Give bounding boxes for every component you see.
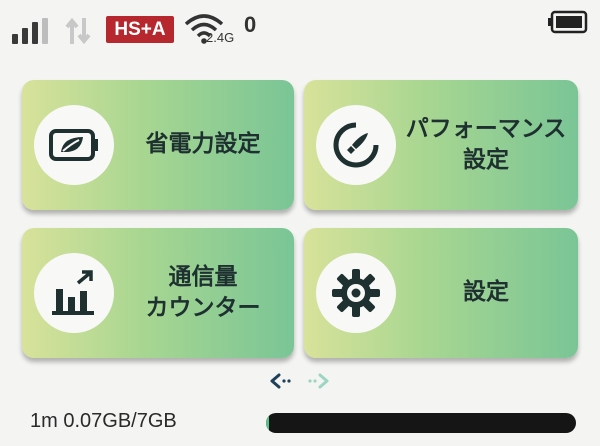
tile-label: 通信量 カウンター xyxy=(145,263,261,321)
tile-label: 設定 xyxy=(463,279,509,306)
wifi-band-label: 2.4G xyxy=(206,30,235,45)
data-transfer-icon xyxy=(65,17,91,45)
network-type-badge: HS+A xyxy=(106,16,174,43)
battery-icon xyxy=(548,10,588,34)
data-usage-counter-button[interactable]: 通信量 カウンター xyxy=(22,228,294,358)
tile-label: パフォーマンス 設定 xyxy=(405,115,567,173)
status-bar: HS+A 2.4G 0 xyxy=(0,0,600,66)
performance-settings-button[interactable]: パフォーマンス 設定 xyxy=(304,80,578,210)
bar-chart-icon xyxy=(34,253,114,333)
tile-label: 省電力設定 xyxy=(145,131,261,158)
data-usage-bar xyxy=(266,413,576,433)
page-indicator[interactable] xyxy=(262,366,342,396)
power-saving-settings-button[interactable]: 省電力設定 xyxy=(22,80,294,210)
chevron-right-icon xyxy=(308,373,329,389)
gear-icon xyxy=(316,253,396,333)
data-usage-fill xyxy=(266,413,270,433)
signal-strength-icon xyxy=(12,18,52,44)
chevron-left-icon xyxy=(270,373,291,389)
rocket-icon xyxy=(316,105,396,185)
connected-clients-count: 0 xyxy=(244,12,257,37)
battery-leaf-icon xyxy=(34,105,114,185)
data-usage-text: 1m 0.07GB/7GB xyxy=(30,410,177,432)
settings-button[interactable]: 設定 xyxy=(304,228,578,358)
